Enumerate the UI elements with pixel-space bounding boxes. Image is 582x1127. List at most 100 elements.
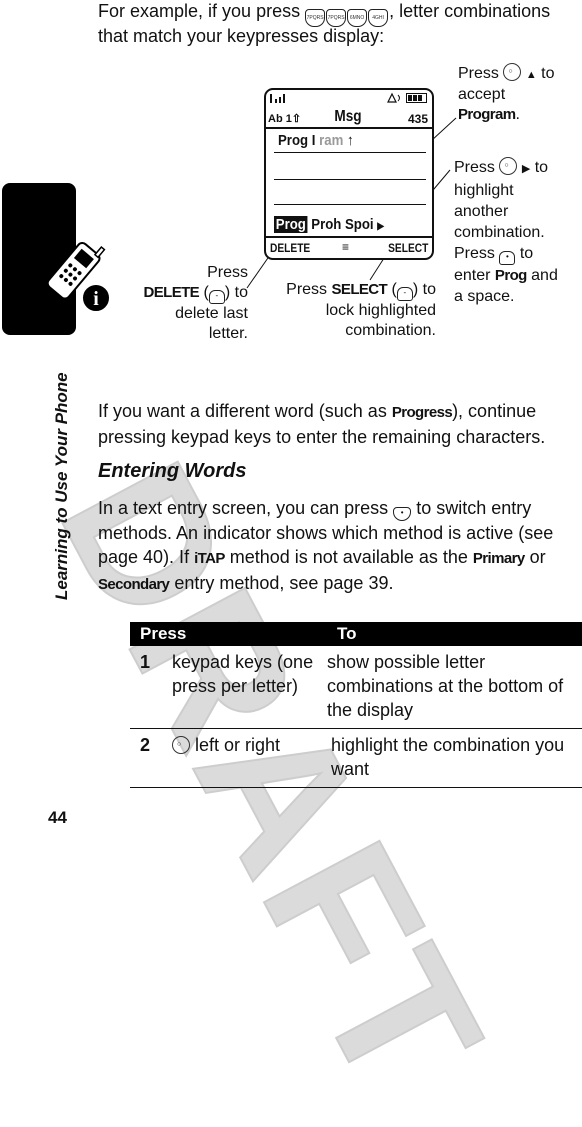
entry-mode-indicator: Ab 1⇧ xyxy=(268,112,301,125)
up-arrow-icon: ▲ xyxy=(525,69,537,81)
callout-bold-text: DELETE xyxy=(143,284,200,301)
paragraph-text: method is not available as the xyxy=(224,547,473,567)
paragraph-text: pressing keypad keys to enter the remain… xyxy=(98,427,546,447)
status-bar xyxy=(270,92,428,106)
step-press: left or right xyxy=(172,729,327,788)
paragraph-entry-methods: In a text entry screen, you can press • … xyxy=(98,496,553,597)
header-to: To xyxy=(327,622,582,646)
section-heading: Entering Words xyxy=(98,460,247,482)
signal-strength-icon xyxy=(270,92,292,107)
paragraph-text: methods. An indicator shows which method… xyxy=(98,523,554,543)
step-press-text: left or right xyxy=(195,735,281,755)
text-entry-field: Prog I ram ↑ xyxy=(278,132,354,149)
cursor-icon: ↑ xyxy=(346,132,354,149)
right-softkey-icon: - xyxy=(396,287,413,301)
paragraph-text: page 40). If xyxy=(98,547,195,567)
callout-text: Press xyxy=(454,159,495,176)
callout-text: to xyxy=(541,65,555,82)
callout-text: . xyxy=(515,106,520,123)
callout-text: to xyxy=(534,159,549,176)
intro-line-1: For example, if you press 7PQRS 7PQRS 6MNO… xyxy=(98,0,550,27)
step-press: keypad keys (one press per letter) xyxy=(172,652,314,696)
table-row: 2 left or right highlight the combinatio… xyxy=(130,729,582,788)
callout-bold-text: Prog xyxy=(494,267,527,284)
bold-term: iTAP xyxy=(194,550,225,567)
softkey-bar: DELETE ≡ SELECT xyxy=(266,236,432,258)
intro-text: , letter combinations xyxy=(389,1,551,21)
intro-line-2: that match your keypresses display: xyxy=(98,26,385,46)
callout-highlight: Press ▶ to highlight another combination… xyxy=(454,157,558,307)
paragraph-text: or xyxy=(524,547,546,567)
callout-text: highlight xyxy=(454,182,514,199)
callout-bold-text: Program xyxy=(458,106,516,123)
chapter-title: Learning to Use Your Phone xyxy=(52,372,71,600)
page-number: 44 xyxy=(48,808,67,827)
more-right-icon: ▶ xyxy=(377,221,385,232)
header-press: Press xyxy=(130,622,327,646)
battery-icon xyxy=(406,93,428,106)
paragraph-text: If you want a different word (such as xyxy=(98,401,392,421)
callout-text: Press xyxy=(458,65,499,82)
right-key-icon: • xyxy=(499,251,516,265)
text-line xyxy=(274,152,426,153)
table-header-row: Press To xyxy=(130,622,582,646)
callout-text: accept xyxy=(458,86,506,103)
step-to: show possible letter combinations at the… xyxy=(327,652,564,720)
callout-text: letter. xyxy=(208,325,248,342)
callout-text: lock highlighted xyxy=(325,302,436,319)
bold-term: Primary xyxy=(472,550,525,567)
callout-text: to xyxy=(422,281,436,298)
nav-key-icon xyxy=(172,736,190,754)
nav-key-icon xyxy=(499,157,518,175)
screen-title: Msg xyxy=(334,108,362,125)
steps-table: Press To 1 keypad keys (one press per le… xyxy=(130,622,582,788)
text-line xyxy=(274,179,426,180)
callout-bold-text: SELECT xyxy=(331,281,388,298)
softkey-delete: DELETE xyxy=(270,241,311,255)
step-number: 1 xyxy=(140,652,151,672)
callout-text: Press xyxy=(286,281,328,298)
paragraph-text: entry method, see page 39. xyxy=(169,573,394,593)
callout-text: combination. xyxy=(454,224,545,241)
callout-text: enter xyxy=(454,267,491,284)
paragraph-text: to switch entry xyxy=(416,498,532,518)
paragraph-text: In a text entry screen, you can press xyxy=(98,498,389,518)
bold-term: Secondary xyxy=(98,576,170,593)
menu-icon: ≡ xyxy=(342,240,350,254)
callout-text: Press xyxy=(454,245,495,262)
combination-list: Prog Proh Spoi ▶ xyxy=(274,216,384,233)
step-number: 2 xyxy=(140,735,151,755)
callout-delete: Press DELETE (-) to delete last letter. xyxy=(140,263,248,344)
callout-text: another xyxy=(454,203,509,220)
callout-text: to xyxy=(519,245,534,262)
intro-text: For example, if you press xyxy=(98,1,301,21)
softkey-select: SELECT xyxy=(387,241,428,255)
table-row: 1 keypad keys (one press per letter) sho… xyxy=(130,646,582,729)
entry-mode-text: Ab 1 xyxy=(268,113,292,125)
callout-accept: Press ▲ to accept Program. xyxy=(458,63,555,125)
left-softkey-icon: - xyxy=(208,290,225,304)
callout-text: to xyxy=(234,284,248,301)
ringer-icon xyxy=(386,92,402,107)
paragraph-different-word: If you want a different word (such as Pr… xyxy=(98,399,545,449)
right-arrow-icon: ▶ xyxy=(521,163,531,175)
menu-key-icon: • xyxy=(393,507,412,521)
highlighted-combination: Prog xyxy=(274,216,308,233)
callout-text: Press xyxy=(207,264,248,281)
step-to: highlight the combination you want xyxy=(331,735,565,779)
screen-title-bar: Ab 1⇧ Msg 435 xyxy=(266,107,432,129)
typed-text: Prog I xyxy=(278,132,316,149)
callout-text: and xyxy=(531,267,558,284)
shift-icon: ⇧ xyxy=(291,113,302,125)
nav-key-icon xyxy=(503,63,522,81)
callout-text: a space. xyxy=(454,288,515,305)
phone-display: Ab 1⇧ Msg 435 Prog I ram ↑ Prog Proh Spo… xyxy=(264,88,434,260)
char-count: 435 xyxy=(407,112,428,126)
paragraph-text: ), continue xyxy=(452,401,537,421)
callout-text: delete last xyxy=(175,305,248,322)
other-combinations: Proh Spoi xyxy=(311,216,374,233)
callout-select: Press SELECT (-) to lock highlighted com… xyxy=(280,280,436,341)
bold-term: Progress xyxy=(391,404,453,421)
callout-text: combination. xyxy=(345,322,436,339)
predicted-text: ram xyxy=(319,132,344,149)
